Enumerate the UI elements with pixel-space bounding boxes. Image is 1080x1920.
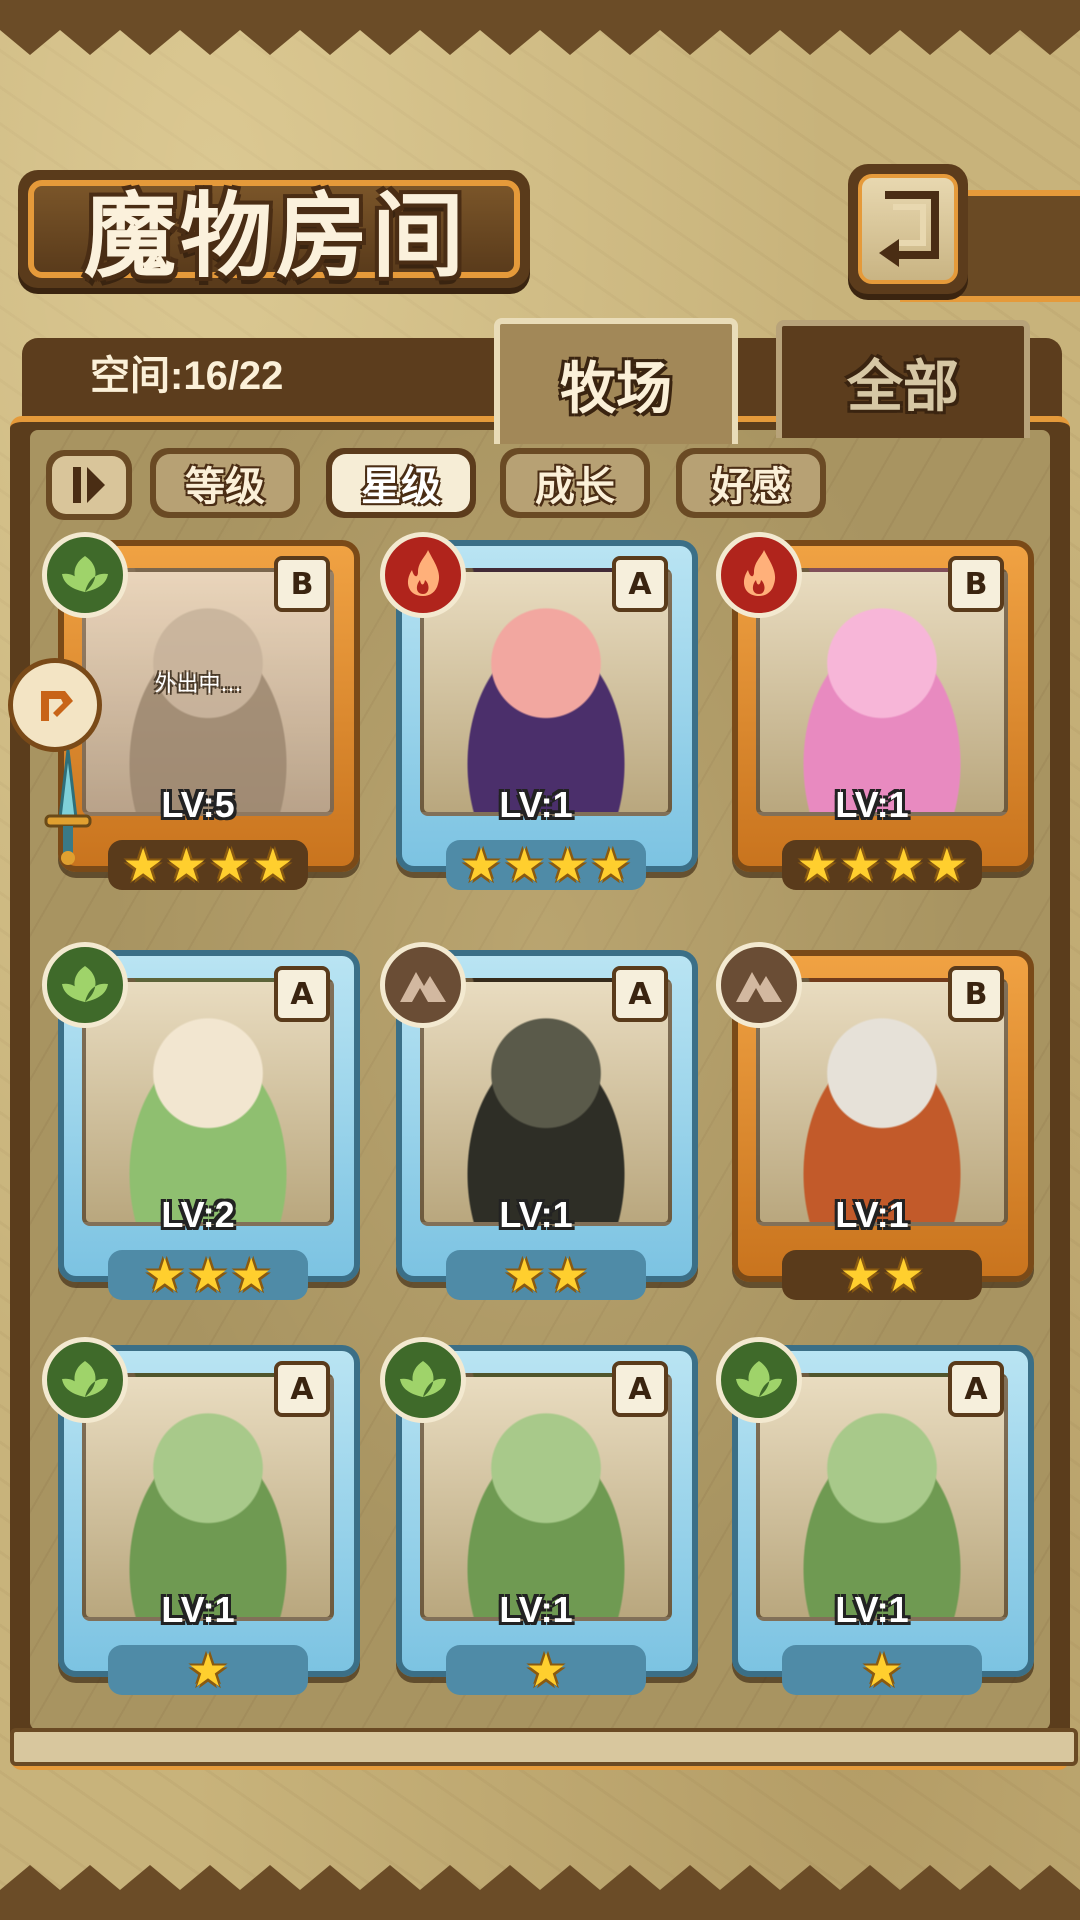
- star-icon: ★: [252, 838, 294, 892]
- back-arrow-icon: [879, 191, 939, 267]
- filter-level-label: 等级: [156, 454, 294, 512]
- star-rating: ★ ★ ★: [108, 1250, 308, 1300]
- star-icon: ★: [209, 838, 251, 892]
- rank-badge: A: [612, 966, 668, 1022]
- star-rating: ★ ★ ★ ★: [446, 840, 646, 890]
- filter-growth-label: 成长: [506, 454, 644, 512]
- filter-star[interactable]: 星级: [326, 448, 476, 518]
- star-icon: ★: [503, 838, 545, 892]
- tab-all[interactable]: 全部: [776, 320, 1030, 438]
- level-label: LV:1: [835, 1589, 909, 1630]
- star-icon: ★: [460, 838, 502, 892]
- star-icon: ★: [883, 838, 925, 892]
- star-rating: ★ ★: [446, 1250, 646, 1300]
- monster-card[interactable]: A LV:1 ★: [380, 1337, 698, 1705]
- star-rating: ★ ★: [782, 1250, 982, 1300]
- tab-ranch[interactable]: 牧场: [494, 318, 738, 444]
- page-title: 魔物房间: [83, 181, 468, 290]
- panel-bottom-rail: [10, 1728, 1078, 1766]
- rank-badge: A: [612, 556, 668, 612]
- top-zigzag-border: [0, 0, 1080, 55]
- outing-icon: [8, 658, 102, 752]
- earth-element-icon: [716, 942, 802, 1028]
- filter-growth[interactable]: 成长: [500, 448, 650, 518]
- level-label: LV:1: [499, 784, 573, 825]
- star-icon: ★: [547, 1248, 589, 1302]
- star-icon: ★: [883, 1248, 925, 1302]
- monster-card[interactable]: A LV:1 ★ ★: [380, 942, 698, 1310]
- star-icon: ★: [796, 838, 838, 892]
- level-label: LV:1: [161, 1589, 235, 1630]
- rank-badge: A: [274, 1361, 330, 1417]
- star-rating: ★: [446, 1645, 646, 1695]
- star-icon: ★: [861, 1643, 903, 1697]
- grass-element-icon: [380, 1337, 466, 1423]
- back-button[interactable]: [848, 164, 968, 294]
- monster-card[interactable]: B LV:1 ★ ★ ★ ★: [716, 532, 1034, 900]
- grass-element-icon: [42, 942, 128, 1028]
- earth-element-icon: [380, 942, 466, 1028]
- rank-badge: B: [948, 556, 1004, 612]
- star-rating: ★: [782, 1645, 982, 1695]
- star-icon: ★: [187, 1248, 229, 1302]
- filter-star-label: 星级: [332, 454, 470, 512]
- star-icon: ★: [230, 1248, 272, 1302]
- level-label: LV:1: [835, 784, 909, 825]
- star-icon: ★: [122, 838, 164, 892]
- space-counter: 空间:16/22: [90, 354, 284, 398]
- star-icon: ★: [926, 838, 968, 892]
- star-icon: ★: [503, 1248, 545, 1302]
- star-icon: ★: [165, 838, 207, 892]
- rank-badge: A: [274, 966, 330, 1022]
- filter-affection[interactable]: 好感: [676, 448, 826, 518]
- rank-badge: B: [274, 556, 330, 612]
- grass-element-icon: [42, 532, 128, 618]
- monster-card[interactable]: A LV:1 ★: [716, 1337, 1034, 1705]
- sword-icon: [44, 749, 92, 865]
- monster-card[interactable]: A LV:1 ★ ★ ★ ★: [380, 532, 698, 900]
- monster-card[interactable]: B LV:5 ★ ★ ★ ★ 外出中...: [8, 532, 360, 900]
- level-label: LV:1: [835, 1194, 909, 1235]
- monster-card[interactable]: A LV:1 ★: [42, 1337, 360, 1705]
- grass-element-icon: [716, 1337, 802, 1423]
- rank-badge: B: [948, 966, 1004, 1022]
- star-rating: ★: [108, 1645, 308, 1695]
- star-icon: ★: [144, 1248, 186, 1302]
- star-icon: ★: [187, 1643, 229, 1697]
- star-rating: ★ ★ ★ ★: [782, 840, 982, 890]
- fire-element-icon: [380, 532, 466, 618]
- star-icon: ★: [547, 838, 589, 892]
- star-rating: ★ ★ ★ ★: [108, 840, 308, 890]
- star-icon: ★: [525, 1643, 567, 1697]
- sort-toggle-button[interactable]: [46, 450, 132, 520]
- monster-card[interactable]: A LV:2 ★ ★ ★: [42, 942, 360, 1310]
- star-icon: ★: [590, 838, 632, 892]
- rank-badge: A: [948, 1361, 1004, 1417]
- fire-element-icon: [716, 532, 802, 618]
- star-icon: ★: [839, 838, 881, 892]
- bottom-zigzag-border: [0, 1865, 1080, 1920]
- star-icon: ★: [839, 1248, 881, 1302]
- grass-element-icon: [42, 1337, 128, 1423]
- rank-badge: A: [612, 1361, 668, 1417]
- level-label: LV:1: [499, 1194, 573, 1235]
- level-label: LV:2: [161, 1194, 235, 1235]
- filter-level[interactable]: 等级: [150, 448, 300, 518]
- monster-card[interactable]: B LV:1 ★ ★: [716, 942, 1034, 1310]
- filter-affection-label: 好感: [682, 454, 820, 512]
- level-label: LV:1: [499, 1589, 573, 1630]
- sort-toggle-icon: [73, 467, 105, 503]
